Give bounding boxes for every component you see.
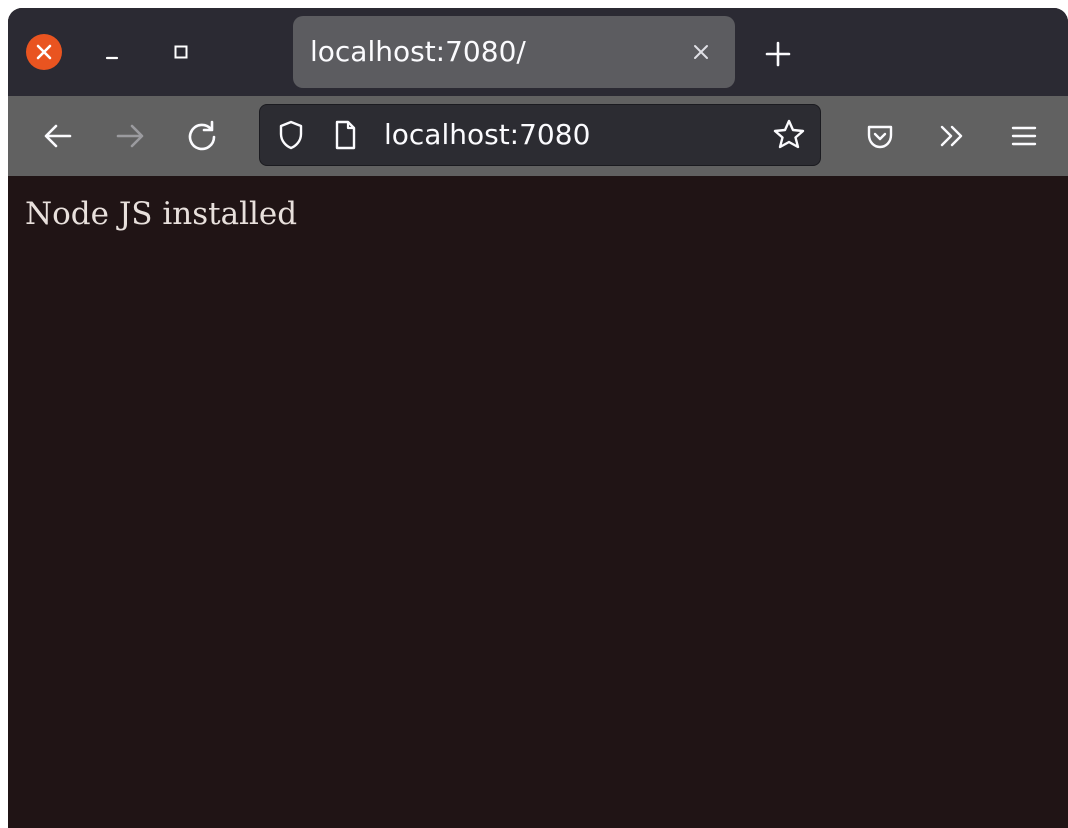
window-close-button[interactable] <box>26 34 62 70</box>
page-info-icon[interactable] <box>326 116 364 154</box>
tab-localhost[interactable]: localhost:7080/ <box>293 16 735 88</box>
reload-icon <box>188 120 216 151</box>
url-bar[interactable]: localhost:7080 <box>259 104 821 166</box>
navigation-toolbar: localhost:7080 <box>8 96 1068 176</box>
close-icon <box>36 44 52 60</box>
forward-button[interactable] <box>110 116 150 156</box>
pocket-icon <box>867 125 893 149</box>
url-text[interactable]: localhost:7080 <box>384 105 590 165</box>
bookmark-star-icon[interactable] <box>770 116 808 154</box>
shield-icon[interactable] <box>272 116 310 154</box>
arrow-right-icon <box>116 124 144 148</box>
title-bar: localhost:7080/ <box>8 8 1068 96</box>
app-menu-button[interactable] <box>1004 116 1044 156</box>
browser-window: localhost:7080/ localhost:7080 Node JS i… <box>8 8 1068 828</box>
window-maximize-button[interactable] <box>163 34 199 70</box>
maximize-icon <box>174 45 188 59</box>
new-tab-button[interactable] <box>758 34 798 74</box>
arrow-left-icon <box>44 124 72 148</box>
plus-icon <box>765 41 791 67</box>
minimize-icon <box>105 56 119 60</box>
tab-title: localhost:7080/ <box>310 35 526 68</box>
hamburger-menu-icon <box>1011 126 1037 146</box>
reload-button[interactable] <box>182 116 222 156</box>
tab-close-button[interactable] <box>683 34 719 70</box>
chevron-double-right-icon <box>940 125 963 147</box>
back-button[interactable] <box>38 116 78 156</box>
page-body-text: Node JS installed <box>25 196 298 232</box>
close-icon <box>694 45 708 59</box>
pocket-button[interactable] <box>860 116 900 156</box>
overflow-menu-button[interactable] <box>932 116 972 156</box>
window-minimize-button[interactable] <box>94 34 130 70</box>
page-content: Node JS installed <box>8 176 1068 828</box>
